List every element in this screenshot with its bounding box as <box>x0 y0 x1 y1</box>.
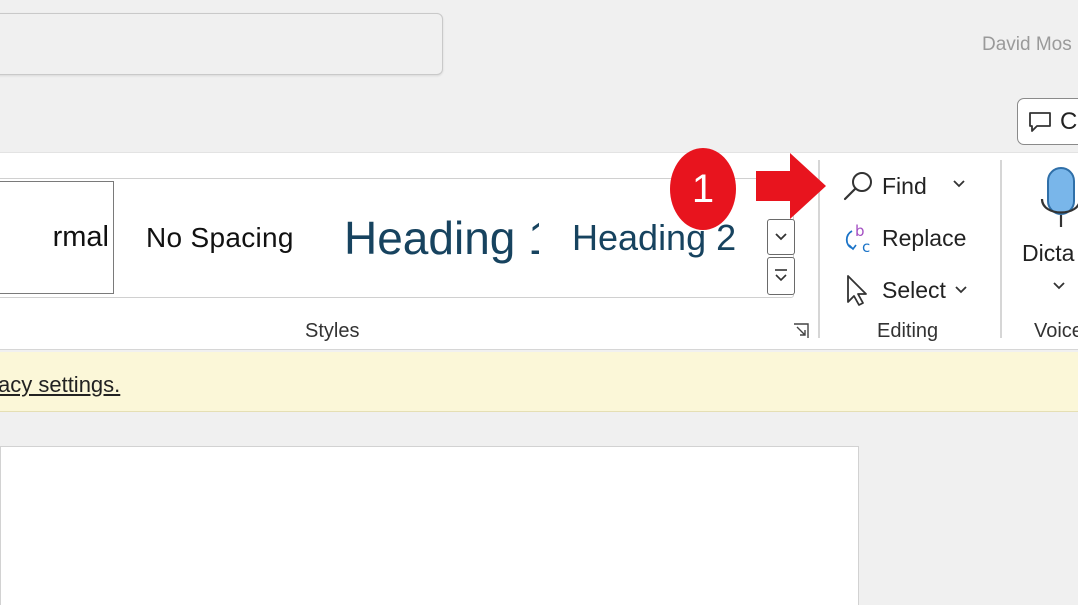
dictate-dropdown-chevron-icon[interactable] <box>1052 279 1066 293</box>
search-box[interactable] <box>0 13 443 75</box>
select-label: Select <box>882 276 946 303</box>
pointer-arrow-icon <box>756 153 826 219</box>
styles-more-button[interactable] <box>767 257 795 295</box>
styles-group-label: Styles <box>305 320 360 342</box>
user-name[interactable]: David Mos <box>982 34 1072 56</box>
style-heading-1-label: Heading 1 <box>344 211 539 264</box>
microphone-icon[interactable] <box>1022 165 1078 305</box>
step-number: 1 <box>691 166 715 211</box>
step-number-badge: 1 <box>670 148 736 230</box>
expand-gallery-icon <box>775 269 787 282</box>
comments-label: Co <box>1060 107 1078 135</box>
find-button[interactable]: Find <box>842 166 927 206</box>
chevron-down-icon <box>955 286 967 294</box>
style-no-spacing[interactable]: No Spacing <box>146 179 316 296</box>
editing-group-label: Editing <box>877 320 939 342</box>
replace-icon: b c <box>845 222 870 255</box>
document-page[interactable] <box>0 446 859 605</box>
style-heading-1[interactable]: Heading 1 <box>344 179 539 296</box>
styles-scroll-down-button[interactable] <box>767 219 795 255</box>
chevron-down-icon <box>775 233 787 241</box>
cursor-arrow-icon <box>847 275 867 306</box>
select-button[interactable]: Select <box>842 270 968 310</box>
style-no-spacing-label: No Spacing <box>146 221 294 253</box>
speech-bubble-icon <box>1029 111 1051 132</box>
svg-text:c: c <box>862 238 870 255</box>
privacy-info-bar <box>0 352 1078 412</box>
replace-label: Replace <box>882 224 967 251</box>
styles-dialog-launcher-icon[interactable] <box>792 322 810 340</box>
privacy-settings-link[interactable]: acy settings. <box>0 372 120 398</box>
voice-group-label: Voice <box>1034 320 1078 342</box>
search-icon <box>843 172 872 201</box>
find-dropdown-chevron-icon[interactable] <box>951 176 967 192</box>
group-divider <box>1000 160 1002 338</box>
style-normal[interactable]: rmal <box>0 179 116 296</box>
replace-button[interactable]: b c Replace <box>842 218 966 258</box>
comments-button[interactable]: Co <box>1017 98 1078 145</box>
find-label: Find <box>882 172 927 199</box>
style-normal-label: rmal <box>52 221 109 253</box>
dictate-label[interactable]: Dicta <box>1022 240 1074 267</box>
